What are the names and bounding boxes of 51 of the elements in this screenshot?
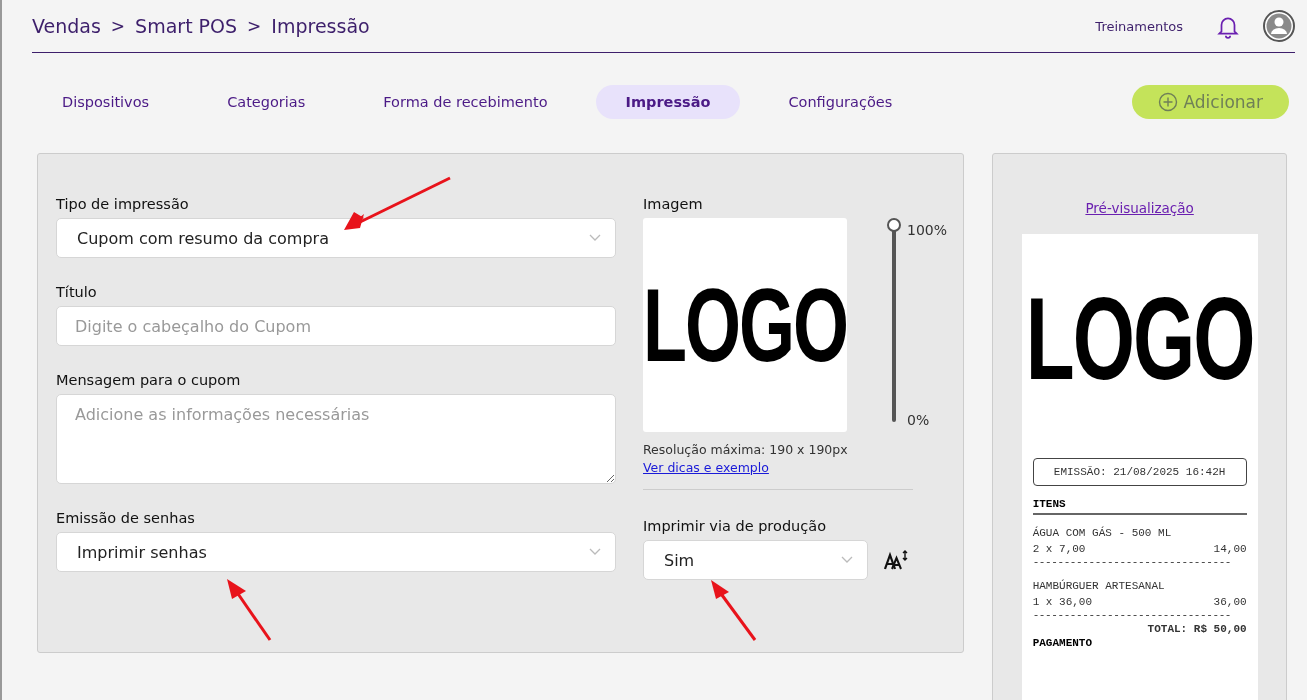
title-input[interactable]: Digite o cabeçalho do Cupom: [56, 306, 616, 346]
annotation-arrow: [708, 578, 758, 642]
font-size-icon[interactable]: [884, 549, 908, 571]
preview-link[interactable]: Pré-visualização: [1085, 200, 1194, 216]
item-name: HAMBÚRGUER ARTESANAL: [1032, 580, 1166, 592]
emission-date: EMISSÃO: 21/08/2025 16:42H: [1032, 458, 1247, 486]
plus-circle-icon: [1157, 92, 1178, 112]
tab[interactable]: Configurações: [758, 85, 923, 119]
slider-thumb[interactable]: [887, 218, 901, 232]
resolution-hint: Resolução máxima: 190 x 190px: [643, 442, 849, 457]
item-amount: 36,00: [1213, 596, 1247, 608]
chevron-down-icon: [589, 234, 601, 242]
item-quantity: 2 x 7,00: [1032, 543, 1086, 555]
print-type-select[interactable]: Cupom com resumo da compra: [56, 218, 616, 258]
dashed-divider: --------------------------------: [1032, 609, 1233, 621]
field-label: Imagem: [643, 196, 704, 212]
breadcrumb-item: Impressão: [271, 15, 370, 37]
item-quantity: 1 x 36,00: [1032, 596, 1093, 608]
tab[interactable]: Impressão: [595, 85, 741, 119]
breadcrumb-separator: >: [247, 16, 262, 36]
items-heading: ITENS: [1032, 498, 1247, 515]
size-slider[interactable]: [887, 218, 901, 422]
tab[interactable]: Dispositivos: [32, 85, 180, 119]
chevron-down-icon: [589, 548, 601, 556]
slider-max-label: 100%: [907, 222, 948, 238]
chevron-down-icon: [841, 556, 853, 564]
production-select[interactable]: Sim: [643, 540, 868, 580]
breadcrumb-item[interactable]: Vendas: [32, 15, 101, 37]
receipt-total: TOTAL: R$ 50,00: [1147, 623, 1247, 635]
logo-image: LOGO: [643, 218, 847, 432]
field-label: Mensagem para o cupom: [56, 372, 242, 388]
breadcrumb-item[interactable]: Smart POS: [135, 15, 238, 37]
message-textarea[interactable]: Adicione as informações necessárias: [56, 394, 616, 484]
field-label: Tipo de impressão: [56, 196, 190, 212]
slider-min-label: 0%: [907, 412, 931, 428]
field-label: Imprimir via de produção: [643, 518, 827, 534]
password-emission-select[interactable]: Imprimir senhas: [56, 532, 616, 572]
breadcrumb-separator: >: [110, 16, 126, 36]
tab[interactable]: Categorias: [197, 85, 336, 119]
payment-heading: PAGAMENTO: [1032, 637, 1094, 651]
tips-link[interactable]: Ver dicas e exemplo: [643, 460, 915, 475]
annotation-arrow: [224, 578, 274, 642]
receipt-logo: LOGO: [1025, 273, 1254, 406]
tab[interactable]: Forma de recebimento: [353, 85, 578, 119]
item-name: ÁGUA COM GÁS - 500 ML: [1032, 527, 1173, 539]
field-label: Emissão de senhas: [56, 510, 196, 526]
training-link[interactable]: Treinamentos: [1095, 18, 1183, 34]
avatar-icon[interactable]: [1263, 10, 1295, 42]
item-amount: 14,00: [1213, 543, 1247, 555]
field-label: Título: [56, 284, 98, 300]
dashed-divider: --------------------------------: [1032, 556, 1233, 568]
